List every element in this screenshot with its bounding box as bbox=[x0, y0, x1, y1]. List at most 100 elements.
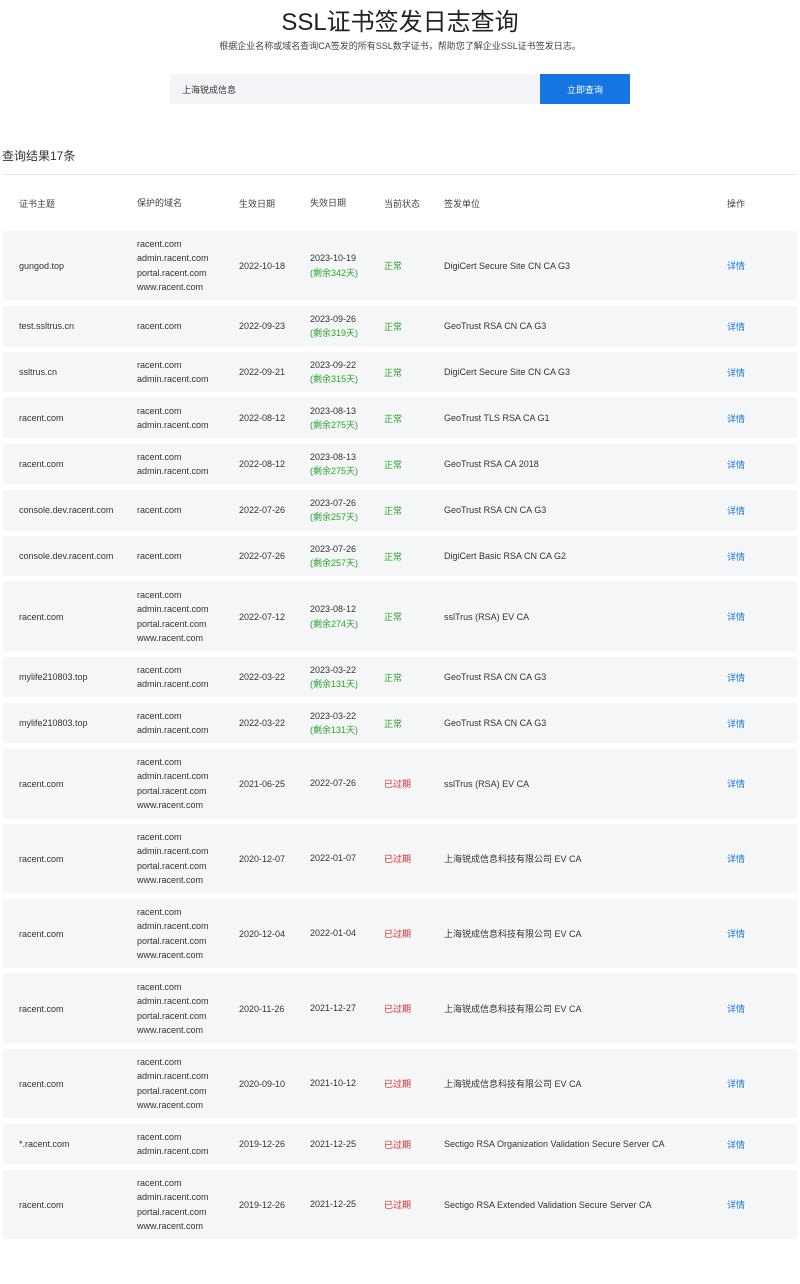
domain-item: racent.com bbox=[137, 831, 182, 842]
details-link[interactable]: 详情 bbox=[727, 259, 767, 272]
domain-item: portal.racent.com bbox=[137, 1085, 207, 1096]
start-date: 2022-03-22 bbox=[239, 718, 286, 728]
search-button[interactable]: 立即查询 bbox=[540, 74, 630, 104]
domain-item: racent.com bbox=[137, 550, 182, 561]
details-link[interactable]: 详情 bbox=[727, 1198, 767, 1211]
cert-subject: racent.com bbox=[19, 413, 64, 423]
cert-subject: racent.com bbox=[19, 853, 64, 864]
domain-item: racent.com bbox=[137, 359, 182, 370]
table-row: mylife210803.top racent.com admin.racent.c… bbox=[3, 657, 797, 697]
column-header-subject: 证书主题 bbox=[19, 198, 56, 209]
remaining-days: (剩余257天) bbox=[310, 512, 359, 522]
table-body: gungod.top racent.com admin.racent.com port… bbox=[3, 231, 797, 1239]
column-header-issuer: 签发单位 bbox=[444, 198, 481, 209]
details-link[interactable]: 详情 bbox=[727, 366, 767, 379]
start-date: 2021-06-25 bbox=[239, 778, 286, 789]
end-date-cell: 2023-03-22 (剩余131天) bbox=[310, 709, 384, 738]
start-date: 2019-12-26 bbox=[239, 1199, 286, 1210]
cert-subject: gungod.top bbox=[19, 260, 65, 271]
domain-item: portal.racent.com bbox=[137, 935, 207, 946]
status-badge: 已过期 bbox=[384, 854, 412, 864]
details-link[interactable]: 详情 bbox=[727, 504, 767, 517]
domain-item: portal.racent.com bbox=[137, 1010, 207, 1021]
domain-item: racent.com bbox=[137, 1056, 182, 1067]
end-date-cell: 2023-08-13 (剩余275天) bbox=[310, 450, 384, 479]
domain-item: admin.racent.com bbox=[137, 996, 209, 1006]
protected-domains: racent.com admin.racent.com bbox=[137, 450, 239, 479]
table-row: console.dev.racent.com racent.com 2022-07-… bbox=[3, 536, 797, 576]
domain-item: admin.racent.com bbox=[137, 466, 209, 476]
details-link[interactable]: 详情 bbox=[727, 717, 767, 730]
page-header: SSL证书签发日志查询 根据企业名称或域名查询CA签发的所有SSL数字证书，帮助… bbox=[0, 0, 800, 58]
details-link[interactable]: 详情 bbox=[727, 852, 767, 865]
end-date-cell: 2023-08-12 (剩余274天) bbox=[310, 602, 384, 631]
details-link[interactable]: 详情 bbox=[727, 1077, 767, 1090]
cert-subject: ssltrus.cn bbox=[19, 367, 58, 377]
details-link[interactable]: 详情 bbox=[727, 412, 767, 425]
table-row: racent.com racent.com admin.racent.com port… bbox=[3, 582, 797, 651]
cert-subject: racent.com bbox=[19, 778, 64, 789]
table-row: racent.com racent.com admin.racent.com port… bbox=[3, 1170, 797, 1239]
table-row: console.dev.racent.com racent.com 2022-07-… bbox=[3, 490, 797, 530]
search-bar: 立即查询 bbox=[0, 74, 800, 104]
domain-item: racent.com bbox=[137, 589, 182, 600]
issuer: GeoTrust RSA CN CA G3 bbox=[444, 321, 547, 331]
certificate-table: 证书主题 保护的域名 生效日期 失效日期 当前状态 签发单位 操作 gungod… bbox=[3, 175, 797, 1239]
table-row: racent.com racent.com admin.racent.com port… bbox=[3, 824, 797, 893]
start-date: 2022-07-26 bbox=[239, 551, 286, 561]
end-date: 2021-12-25 bbox=[310, 1138, 357, 1149]
details-link[interactable]: 详情 bbox=[727, 1002, 767, 1015]
column-header-start-date: 生效日期 bbox=[239, 198, 276, 209]
remaining-days: (剩余315天) bbox=[310, 374, 359, 384]
issuer: GeoTrust RSA CN CA G3 bbox=[444, 505, 547, 515]
details-link[interactable]: 详情 bbox=[727, 320, 767, 333]
end-date: 2021-12-25 bbox=[310, 1199, 357, 1210]
page-subtitle: 根据企业名称或域名查询CA签发的所有SSL数字证书，帮助您了解企业SSL证书签发… bbox=[219, 41, 581, 51]
issuer: 上海锐成信息科技有限公司 EV CA bbox=[444, 1079, 582, 1089]
status-badge: 正常 bbox=[384, 551, 403, 562]
column-header-status: 当前状态 bbox=[384, 198, 421, 209]
status-badge: 已过期 bbox=[384, 1200, 412, 1210]
end-date: 2023-03-22 bbox=[310, 710, 357, 721]
details-link[interactable]: 详情 bbox=[727, 550, 767, 563]
domain-item: racent.com bbox=[137, 664, 182, 675]
end-date: 2022-01-07 bbox=[310, 853, 357, 864]
domain-item: portal.racent.com bbox=[137, 267, 207, 278]
domain-item: admin.racent.com bbox=[137, 846, 209, 856]
remaining-days: (剩余319天) bbox=[310, 328, 359, 338]
end-date-cell: 2022-07-26 bbox=[310, 776, 384, 791]
protected-domains: racent.com bbox=[137, 503, 239, 518]
domain-item: racent.com bbox=[137, 238, 182, 249]
end-date-cell: 2021-12-25 bbox=[310, 1197, 384, 1212]
status-badge: 正常 bbox=[384, 612, 403, 622]
status-badge: 正常 bbox=[384, 505, 403, 516]
details-link[interactable]: 详情 bbox=[727, 1138, 767, 1151]
remaining-days: (剩余131天) bbox=[310, 725, 359, 735]
start-date: 2019-12-26 bbox=[239, 1139, 286, 1149]
cert-subject: racent.com bbox=[19, 611, 64, 622]
search-input[interactable] bbox=[170, 74, 540, 104]
end-date-cell: 2023-03-22 (剩余131天) bbox=[310, 663, 384, 692]
issuer: GeoTrust RSA CN CA G3 bbox=[444, 718, 547, 728]
protected-domains: racent.com admin.racent.com bbox=[137, 358, 239, 387]
table-row: racent.com racent.com admin.racent.com 2022… bbox=[3, 398, 797, 438]
start-date: 2022-03-22 bbox=[239, 672, 286, 682]
details-link[interactable]: 详情 bbox=[727, 610, 767, 623]
end-date-cell: 2022-01-07 bbox=[310, 851, 384, 866]
domain-item: admin.racent.com bbox=[137, 253, 209, 263]
status-badge: 已过期 bbox=[384, 779, 412, 789]
domain-item: admin.racent.com bbox=[137, 1146, 209, 1156]
issuer: sslTrus (RSA) EV CA bbox=[444, 778, 530, 789]
end-date: 2022-01-04 bbox=[310, 928, 357, 939]
details-link[interactable]: 详情 bbox=[727, 671, 767, 684]
details-link[interactable]: 详情 bbox=[727, 927, 767, 940]
page-title: SSL证书签发日志查询 bbox=[281, 9, 519, 36]
details-link[interactable]: 详情 bbox=[727, 458, 767, 471]
protected-domains: racent.com bbox=[137, 549, 239, 564]
end-date: 2023-03-22 bbox=[310, 664, 357, 675]
remaining-days: (剩余274天) bbox=[310, 618, 359, 629]
start-date: 2022-07-26 bbox=[239, 505, 286, 515]
start-date: 2020-11-26 bbox=[239, 1003, 285, 1014]
issuer: DigiCert Secure Site CN CA G3 bbox=[444, 260, 571, 271]
details-link[interactable]: 详情 bbox=[727, 777, 767, 790]
